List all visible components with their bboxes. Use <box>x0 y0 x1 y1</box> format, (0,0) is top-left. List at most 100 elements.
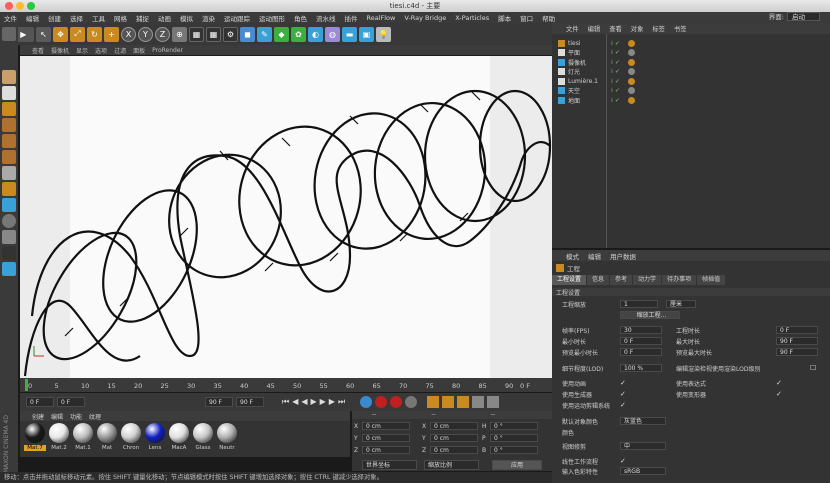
tab-project-settings[interactable]: 工程设置 <box>552 275 587 285</box>
coord-value-field[interactable]: 0 cm <box>362 446 410 454</box>
scale-unit-dropdown[interactable]: 厘米 <box>666 300 696 308</box>
menu-pipeline[interactable]: 流水线 <box>316 13 336 23</box>
material-menu-create[interactable]: 创建 <box>32 412 44 421</box>
visibility-toggle[interactable]: ⁞ ✓ <box>611 40 620 47</box>
menu-mograph[interactable]: 运动图形 <box>259 13 285 23</box>
viewport-menu-prorender[interactable]: ProRender <box>152 47 183 54</box>
visibility-toggle[interactable]: ⁞ ✓ <box>611 87 620 94</box>
object-tag-icon[interactable] <box>627 96 635 104</box>
menu-plugins[interactable]: 插件 <box>345 13 358 23</box>
menu-edit[interactable]: 编辑 <box>26 13 39 23</box>
coord-value-field[interactable]: 0 ° <box>490 446 538 454</box>
axis-mode-icon[interactable] <box>2 166 16 180</box>
visibility-toggle[interactable]: ⁞ ✓ <box>611 59 620 66</box>
bend-icon[interactable]: ◐ <box>308 26 323 42</box>
model-mode-icon[interactable] <box>2 70 16 84</box>
linear-workflow-checkbox[interactable]: ✓ <box>620 458 627 465</box>
cube-icon[interactable]: ◼ <box>240 26 255 42</box>
apply-button[interactable]: 应用 <box>492 460 542 470</box>
tweak-icon[interactable] <box>2 198 16 212</box>
preview-max-field[interactable]: 90 F <box>776 348 818 356</box>
snap-icon[interactable] <box>2 182 16 196</box>
zoom-window-button[interactable] <box>27 2 35 10</box>
object-tag-icon[interactable] <box>627 77 635 85</box>
coordinate-space-dropdown[interactable]: 世界坐标 <box>362 460 417 470</box>
visibility-toggle[interactable]: ⁞ ✓ <box>611 49 620 56</box>
menu-render[interactable]: 渲染 <box>202 13 215 23</box>
spline-pen-icon[interactable]: ✎ <box>257 26 272 42</box>
menu-realflow[interactable]: RealFlow <box>367 14 396 22</box>
viewport-menu-filter[interactable]: 过滤 <box>114 46 126 55</box>
tab-key-interpolation[interactable]: 帧插值 <box>697 275 726 285</box>
render-settings-icon[interactable]: ⚙ <box>223 26 238 42</box>
viewport-menu-cameras[interactable]: 摄像机 <box>51 46 69 55</box>
input-color-profile-dropdown[interactable]: sRGB <box>620 467 666 475</box>
object-menu-view[interactable]: 查看 <box>609 24 622 33</box>
object-tag-icon[interactable] <box>627 49 635 56</box>
material-swatch[interactable]: Mat.7 <box>24 423 46 451</box>
viewport-menu-view[interactable]: 查看 <box>32 46 44 55</box>
visibility-toggle[interactable]: ⁞ ✓ <box>611 97 620 104</box>
select-icon[interactable]: ↖ <box>36 26 51 42</box>
size-mode-dropdown[interactable]: 缩放比例 <box>424 460 479 470</box>
locked-workplane-icon[interactable] <box>2 230 16 244</box>
viewport-menu-panel[interactable]: 面板 <box>133 46 145 55</box>
menu-help[interactable]: 帮助 <box>542 13 555 23</box>
menu-select[interactable]: 选择 <box>70 13 83 23</box>
scale-icon[interactable]: ⤢ <box>70 26 85 42</box>
layout-selector[interactable]: 界面: 启动 <box>769 12 820 23</box>
timeline-ruler[interactable]: 0 5 10 15 20 25 30 35 40 45 50 55 60 65 70 75 80 85 90 0 F <box>20 378 552 392</box>
visibility-toggle[interactable]: ⁞ ✓ <box>611 68 620 75</box>
position-key-icon[interactable] <box>427 396 440 408</box>
min-time-field[interactable]: 0 F <box>620 337 662 345</box>
menu-mesh[interactable]: 网格 <box>114 13 127 23</box>
object-menu-bookmarks[interactable]: 书签 <box>674 24 687 33</box>
tab-todo[interactable]: 待办事项 <box>662 275 697 285</box>
y-axis-button[interactable]: Y <box>138 26 153 42</box>
viewport-menu-display[interactable]: 显示 <box>76 46 88 55</box>
texture-mode-icon[interactable] <box>2 86 16 100</box>
object-list-item[interactable]: tiesi ⁞ ✓ <box>552 38 830 48</box>
object-menu-tags[interactable]: 标签 <box>652 24 665 33</box>
coord-value-field[interactable]: 0 ° <box>490 422 538 430</box>
object-list-item[interactable]: 天空 ⁞ ✓ <box>552 86 830 96</box>
scale-project-button[interactable]: 缩放工程... <box>620 311 680 319</box>
object-tag-icon[interactable] <box>627 68 635 75</box>
rotation-key-icon[interactable] <box>457 396 470 408</box>
lod-field[interactable]: 100 % <box>620 364 662 372</box>
points-mode-icon[interactable] <box>2 118 16 132</box>
edges-mode-icon[interactable] <box>2 134 16 148</box>
tab-info[interactable]: 信息 <box>587 275 610 285</box>
material-menu-texture[interactable]: 纹理 <box>89 412 101 421</box>
move-icon[interactable]: ✥ <box>53 26 68 42</box>
polygons-mode-icon[interactable] <box>2 150 16 164</box>
object-menu-edit[interactable]: 编辑 <box>588 24 601 33</box>
menu-xparticles[interactable]: X-Particles <box>455 14 489 22</box>
3d-viewport[interactable] <box>20 56 552 378</box>
transport-buttons[interactable]: ⏮◀◀▶▶▶⏭ <box>282 397 348 407</box>
use-deformers-checkbox[interactable]: ✓ <box>776 391 783 398</box>
light-icon[interactable]: 💡 <box>376 26 391 42</box>
object-tag-icon[interactable] <box>627 87 635 94</box>
coord-value-field[interactable]: 0 cm <box>430 422 478 430</box>
material-swatch[interactable]: Mat <box>96 423 118 451</box>
coord-value-field[interactable]: 0 cm <box>430 446 478 454</box>
tab-reference[interactable]: 参考 <box>610 275 633 285</box>
coord-value-field[interactable]: 0 cm <box>362 434 410 442</box>
material-swatch[interactable]: MacA <box>168 423 190 451</box>
project-duration-field[interactable]: 0 F <box>776 326 818 334</box>
material-menu-edit[interactable]: 编辑 <box>51 412 63 421</box>
keyframe-mode-icon[interactable] <box>360 396 373 408</box>
menu-script[interactable]: 脚本 <box>498 13 511 23</box>
menu-window[interactable]: 窗口 <box>520 13 533 23</box>
workplane-icon[interactable] <box>2 102 16 116</box>
menu-vray[interactable]: V-Ray Bridge <box>404 14 446 22</box>
scale-key-icon[interactable] <box>442 396 455 408</box>
keyframe-selection-icon[interactable] <box>405 396 418 408</box>
material-menu-function[interactable]: 功能 <box>70 412 82 421</box>
preview-min-field[interactable]: 0 F <box>620 348 662 356</box>
z-axis-button[interactable]: Z <box>155 26 170 42</box>
minimize-window-button[interactable] <box>16 2 24 10</box>
sculpt-icon[interactable] <box>2 214 16 228</box>
object-list-item[interactable]: 地面 ⁞ ✓ <box>552 95 830 105</box>
